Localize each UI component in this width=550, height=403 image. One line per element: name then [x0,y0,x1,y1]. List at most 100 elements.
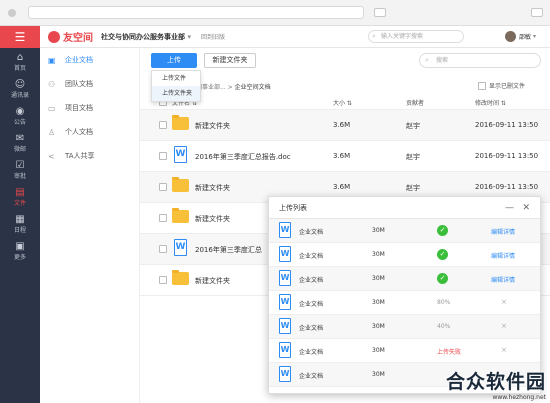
menu-icon[interactable]: ☰ [0,26,40,48]
nav-item-7[interactable]: ▣ 更多 [0,237,40,264]
row-checkbox[interactable] [159,183,167,191]
nav-item-5[interactable]: ▤ 文件 [0,183,40,210]
sidebar-item-4[interactable]: < TA人共享 [40,144,139,168]
breadcrumb-separator: > [227,84,233,91]
team-icon: ⚇ [48,79,56,89]
upload-row: W 企业文档 30M 80% × [269,291,540,315]
file-owner: 赵宇 [406,122,420,130]
address-bar[interactable] [28,6,364,19]
edit-details-link[interactable]: 编辑详情 [491,227,515,236]
col-owner-header: 贡献者 [406,100,425,107]
show-deleted-toggle[interactable]: 显示已删文件 [477,81,525,90]
row-checkbox[interactable] [159,276,167,284]
upload-progress: 40% [437,323,451,330]
nav-item-6[interactable]: ▦ 日程 [0,210,40,237]
upload-list-panel: 上传列表 — ✕ W 企业文档 30M ✓ 编辑详情 W 企业文档 30M ✓ 编辑详情 W 企业文档… [268,196,541,394]
folder-icon [172,270,189,285]
upload-row: W 企业文档 30M ✓ 编辑详情 [269,243,540,267]
upload-file-name: 企业文档 [299,253,324,260]
upload-file-size: 30M [372,299,385,306]
file-name[interactable]: 新建文件夹 [195,276,230,286]
cancel-icon[interactable]: × [501,346,507,354]
upload-folder-option[interactable]: 上传文件夹 [152,86,200,101]
row-checkbox[interactable] [159,152,167,160]
breadcrumb-current: 企业空间文档 [234,84,271,91]
file-name[interactable]: 2016年第三季度汇总报告.doc [195,152,291,162]
search-icon: ⌕ [425,56,429,64]
nav-item-3[interactable]: ✉ 微邮 [0,129,40,156]
file-name[interactable]: 2016年第三季度汇总 [195,245,262,255]
table-header: 文件名 ⇅ 大小 ⇅ 贡献者 修改时间 ⇅ [140,94,550,110]
folder-icon [172,115,189,130]
edit-details-link[interactable]: 编辑详情 [491,275,515,284]
file-name[interactable]: 新建文件夹 [195,214,230,224]
check-circle-icon: ✓ [437,273,448,284]
upload-row: W 企业文档 30M 上传失败 × [269,339,540,363]
upload-file-name: 企业文档 [299,229,324,236]
col-date-header[interactable]: 修改时间 ⇅ [475,98,506,107]
sidebar-item-label: TA人共享 [65,152,95,160]
nav-item-label: 首页 [13,64,26,72]
nav-item-4[interactable]: ☑ 审批 [0,156,40,183]
close-icon[interactable]: ✕ [522,197,530,219]
checkbox[interactable] [477,81,486,90]
file-name[interactable]: 新建文件夹 [195,183,230,193]
file-owner: 赵宇 [406,184,420,192]
file-search-input[interactable]: ⌕ 搜索 [419,53,541,68]
nav-item-label: 公告 [13,118,26,126]
logo-icon [48,30,60,43]
nav-item-label: 日程 [13,226,26,234]
sidebar-item-3[interactable]: ♙ 个人文档 [40,120,139,144]
back-to-old-link[interactable]: 回到旧版 [201,32,225,41]
cancel-icon[interactable]: × [501,322,507,330]
chevron-down-icon: ▾ [187,32,191,41]
nav-item-label: 文件 [13,199,26,207]
upload-button[interactable]: 上传 [151,53,197,68]
window-ctrl-icon[interactable] [531,8,543,17]
grid-icon: ▣ [15,240,25,252]
sidebar-item-label: 企业文档 [65,56,93,64]
org-switcher[interactable]: 社交与协同办公服务事业部 ▾ [101,32,191,42]
window-dot-icon[interactable] [8,9,16,17]
file-name[interactable]: 新建文件夹 [195,121,230,131]
share-icon: < [48,151,55,161]
mail-icon: ✉ [15,132,25,144]
upload-file-name: 企业文档 [299,325,324,332]
avatar [504,31,516,42]
word-doc-icon: W [279,294,291,310]
new-folder-button[interactable]: 新建文件夹 [204,53,256,68]
check-circle-icon: ✓ [437,249,448,260]
upload-file-name: 企业文档 [299,373,324,380]
col-size-header[interactable]: 大小 ⇅ [333,98,352,107]
upload-file-name: 企业文档 [299,301,324,308]
upload-file-option[interactable]: 上传文件 [152,71,200,86]
top-header: 友空间 社交与协同办公服务事业部 ▾ 回到旧版 ⌕ 输入关键字搜索 邵敏 ▾ [40,26,550,48]
upload-panel-header: 上传列表 — ✕ [269,197,540,219]
nav-item-2[interactable]: ◉ 公告 [0,102,40,129]
nav-item-label: 更多 [13,253,26,261]
upload-file-size: 30M [372,251,385,258]
table-row[interactable]: 新建文件夹 3.6M 赵宇 2016-09-11 13:50 [140,110,550,141]
sidebar-item-0[interactable]: ▣ 企业文档 [40,48,139,72]
nav-item-label: 审批 [13,172,26,180]
approval-icon: ☑ [15,159,25,171]
table-row[interactable]: W 2016年第三季度汇总报告.doc 3.6M 赵宇 2016-09-11 13:50 [140,141,550,172]
nav-item-1[interactable]: ☺ 通讯录 [0,75,40,102]
upload-file-size: 30M [372,227,385,234]
row-checkbox[interactable] [159,121,167,129]
browser-chrome [0,0,550,26]
row-checkbox[interactable] [159,214,167,222]
window-ctrl-icon[interactable] [374,8,386,17]
user-menu[interactable]: 邵敏 ▾ [504,31,536,42]
logo[interactable]: 友空间 [48,29,93,44]
edit-details-link[interactable]: 编辑详情 [491,251,515,260]
global-search-input[interactable]: ⌕ 输入关键字搜索 [368,30,464,43]
file-owner: 赵宇 [406,153,420,161]
row-checkbox[interactable] [159,245,167,253]
cancel-icon[interactable]: × [501,298,507,306]
sidebar-item-1[interactable]: ⚇ 团队文档 [40,72,139,96]
minimize-icon[interactable]: — [505,197,514,219]
word-doc-icon: W [279,366,291,382]
sidebar-item-2[interactable]: ▭ 项目文档 [40,96,139,120]
nav-item-0[interactable]: ⌂ 首页 [0,48,40,75]
